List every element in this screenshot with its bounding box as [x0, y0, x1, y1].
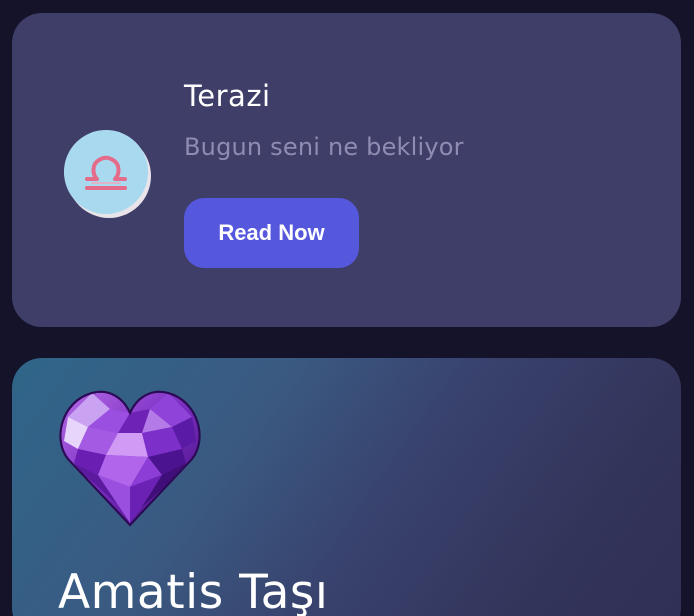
- zodiac-title: Terazi: [184, 79, 271, 113]
- zodiac-subtitle: Bugun seni ne bekliyor: [184, 133, 464, 161]
- stone-card[interactable]: Amatis Taşı: [12, 358, 681, 616]
- read-now-button[interactable]: Read Now: [184, 198, 359, 268]
- screen: Terazi Bugun seni ne bekliyor Read Now A…: [0, 0, 694, 616]
- amethyst-heart-icon: [58, 387, 202, 527]
- stone-title: Amatis Taşı: [58, 565, 329, 616]
- zodiac-card[interactable]: Terazi Bugun seni ne bekliyor Read Now: [12, 13, 681, 327]
- libra-icon: [64, 130, 148, 214]
